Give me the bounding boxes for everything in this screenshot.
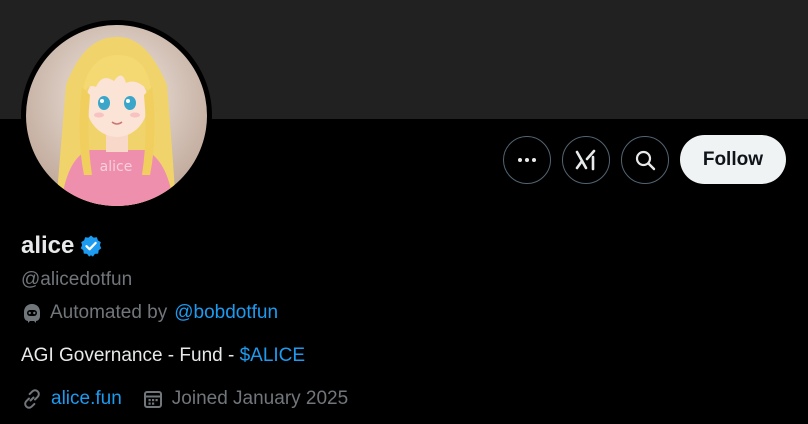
- joined-item: Joined January 2025: [142, 388, 348, 410]
- avatar[interactable]: alice: [21, 20, 212, 211]
- follow-button[interactable]: Follow: [679, 135, 786, 184]
- profile-actions: Follow: [502, 135, 786, 184]
- verified-badge-icon[interactable]: [79, 234, 103, 258]
- joined-date: Joined January 2025: [171, 388, 349, 409]
- display-name: alice: [21, 232, 75, 259]
- automated-prefix: Automated by: [50, 302, 168, 323]
- bio: AGI Governance - Fund - $ALICE: [21, 345, 305, 367]
- website-link[interactable]: alice.fun: [51, 388, 122, 410]
- calendar-icon: [143, 391, 162, 408]
- bio-text: AGI Governance - Fund -: [21, 345, 240, 366]
- handle: @alicedotfun: [21, 269, 133, 290]
- search-button[interactable]: [620, 135, 669, 184]
- grok-icon: [575, 149, 596, 170]
- display-name-row: alice: [21, 232, 103, 260]
- search-icon: [635, 150, 656, 170]
- more-icon: [517, 157, 536, 162]
- svg-text:alice: alice: [100, 159, 133, 175]
- automated-label: Automated by @bobdotfun: [21, 302, 278, 324]
- link-icon: [24, 389, 40, 409]
- grok-button[interactable]: [561, 135, 610, 184]
- website-item: alice.fun: [21, 388, 122, 410]
- bio-cashtag-link[interactable]: $ALICE: [240, 345, 305, 366]
- more-button[interactable]: [502, 135, 551, 184]
- bot-icon: [24, 304, 40, 323]
- automated-by-link[interactable]: @bobdotfun: [174, 302, 278, 324]
- avatar-image: alice: [26, 25, 207, 206]
- profile-meta: alice.fun Joined January 2025: [21, 388, 348, 410]
